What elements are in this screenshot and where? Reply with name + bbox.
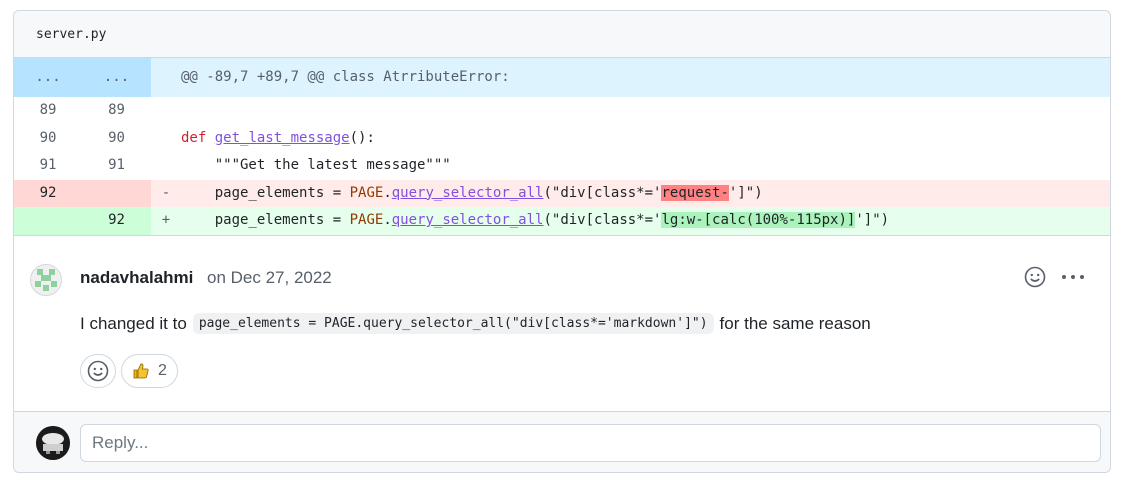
old-line-number[interactable]	[14, 207, 82, 235]
variable-token: page_elements	[214, 212, 325, 228]
code-token: ']")	[728, 184, 763, 201]
kebab-menu-icon[interactable]	[1060, 266, 1086, 288]
comment-text: I changed it to	[80, 313, 187, 333]
code-line: """Get the latest message"""	[181, 157, 451, 173]
avatar[interactable]	[30, 264, 62, 296]
add-reaction-icon[interactable]	[1024, 266, 1046, 288]
variable-token: page_elements	[214, 184, 325, 201]
diff-marker	[151, 125, 181, 153]
method-token[interactable]: query_selector_all	[392, 185, 544, 201]
code-token: ("div[class*='	[543, 212, 662, 228]
reaction-count: 2	[158, 362, 167, 379]
code-token: ():	[349, 129, 375, 146]
code-token: ("div[class*='	[543, 184, 662, 201]
new-line-number[interactable]	[82, 179, 151, 207]
hunk-expand-old[interactable]: ...	[14, 58, 82, 97]
avatar-image-icon	[36, 426, 70, 460]
file-header: server.py	[14, 11, 1110, 58]
code-token: =	[324, 184, 350, 201]
hunk-expand-new[interactable]: ...	[82, 58, 151, 97]
new-line-number[interactable]: 89	[82, 97, 151, 125]
code-token: .	[383, 184, 392, 201]
comment-author[interactable]: nadavhalahmi	[80, 268, 193, 288]
method-token[interactable]: query_selector_all	[392, 212, 544, 228]
file-name[interactable]: server.py	[36, 27, 106, 42]
function-name-token[interactable]: get_last_message	[215, 130, 350, 146]
reply-bar: Reply...	[14, 411, 1110, 472]
old-line-number[interactable]: 91	[14, 152, 82, 180]
diff-line: 89 89	[14, 97, 1110, 125]
diff-comment-card: server.py ... ... @@ -89,7 +89,7 @@ clas…	[13, 10, 1111, 473]
comment-thread: nadavhalahmi on Dec 27, 2022 I changed i…	[14, 235, 1110, 388]
diff-marker	[151, 152, 181, 180]
highlighted-removed-text: request-	[661, 184, 729, 201]
old-line-number[interactable]: 90	[14, 125, 82, 153]
diff-marker: -	[161, 184, 171, 201]
comment-body: I changed it to page_elements = PAGE.quer…	[80, 313, 871, 334]
thumbs-up-icon	[133, 363, 149, 379]
current-user-avatar[interactable]	[36, 426, 70, 460]
new-line-number[interactable]: 90	[82, 125, 151, 153]
comment-date[interactable]: on Dec 27, 2022	[207, 268, 332, 288]
old-line-number[interactable]: 92	[14, 179, 82, 207]
diff-marker	[151, 97, 181, 125]
thumbs-up-reaction[interactable]: 2	[121, 354, 178, 388]
smiley-icon	[87, 360, 109, 382]
old-line-number[interactable]: 89	[14, 97, 82, 125]
diff-table: ... ... @@ -89,7 +89,7 @@ class Atrribut…	[14, 58, 1110, 235]
keyword-token: def	[181, 129, 207, 146]
new-line-number[interactable]: 91	[82, 152, 151, 180]
diff-line: 91 91 """Get the latest message"""	[14, 152, 1110, 180]
highlighted-added-text: lg:w-[calc(100%-115px)]	[661, 212, 856, 228]
code-line: def get_last_message():	[181, 125, 1110, 153]
diff-line: 90 90 def get_last_message():	[14, 125, 1110, 153]
code-token: =	[324, 212, 350, 228]
reply-input[interactable]: Reply...	[80, 424, 1101, 462]
identicon-icon	[31, 265, 61, 295]
hunk-header-text: @@ -89,7 +89,7 @@ class AtrributeError:	[181, 69, 510, 85]
inline-code: page_elements = PAGE.query_selector_all(…	[192, 313, 714, 334]
deleted-line: 92 - page_elements = PAGE.query_selector…	[14, 179, 1110, 208]
code-token: ']")	[855, 212, 890, 228]
comment-text: for the same reason	[719, 313, 871, 333]
code-line: page_elements = PAGE.query_selector_all(…	[181, 180, 1110, 208]
added-line: 92 + page_elements = PAGE.query_selector…	[14, 207, 1110, 235]
code-line: page_elements = PAGE.query_selector_all(…	[181, 207, 1110, 235]
new-line-number[interactable]: 92	[82, 207, 151, 235]
code-token: .	[383, 212, 392, 228]
object-token: PAGE	[349, 212, 384, 228]
hunk-header-row[interactable]: ... ... @@ -89,7 +89,7 @@ class Atrribut…	[14, 58, 1110, 97]
diff-marker: +	[161, 212, 171, 228]
comment-actions	[1024, 266, 1086, 288]
object-token: PAGE	[349, 184, 384, 201]
add-reaction-button[interactable]	[80, 354, 116, 388]
